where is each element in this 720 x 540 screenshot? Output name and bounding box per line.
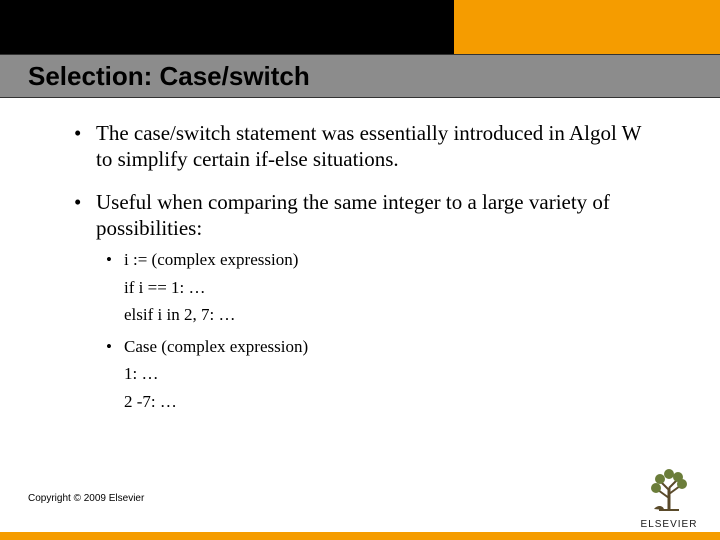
sub-line: elsif i in 2, 7: … xyxy=(124,302,660,328)
logo-text: ELSEVIER xyxy=(634,519,704,530)
slide-title: Selection: Case/switch xyxy=(0,55,720,97)
sub-line: 2 -7: … xyxy=(124,389,660,415)
sub-line: 1: … xyxy=(124,361,660,387)
content-area: The case/switch statement was essentiall… xyxy=(0,120,720,430)
copyright-text: Copyright © 2009 Elsevier xyxy=(28,493,144,504)
bullet-text: The case/switch statement was essentiall… xyxy=(96,121,641,171)
sub-line: if i == 1: … xyxy=(124,275,660,301)
bullet-item: The case/switch statement was essentiall… xyxy=(60,120,660,173)
publisher-logo: ELSEVIER xyxy=(634,468,704,530)
bullet-item: Useful when comparing the same integer t… xyxy=(60,189,660,415)
tree-icon xyxy=(646,468,692,512)
sub-bullet-item: i := (complex expression) if i == 1: … e… xyxy=(96,247,660,328)
title-band: Selection: Case/switch xyxy=(0,54,720,98)
bullet-text: Useful when comparing the same integer t… xyxy=(96,190,610,240)
sub-line: i := (complex expression) xyxy=(124,250,298,269)
footer-bar xyxy=(0,532,720,540)
bullet-list: The case/switch statement was essentiall… xyxy=(60,120,660,414)
sub-bullet-item: Case (complex expression) 1: … 2 -7: … xyxy=(96,334,660,415)
sub-line: Case (complex expression) xyxy=(124,337,308,356)
sub-bullet-list: i := (complex expression) if i == 1: … e… xyxy=(96,247,660,414)
accent-box xyxy=(454,0,720,54)
